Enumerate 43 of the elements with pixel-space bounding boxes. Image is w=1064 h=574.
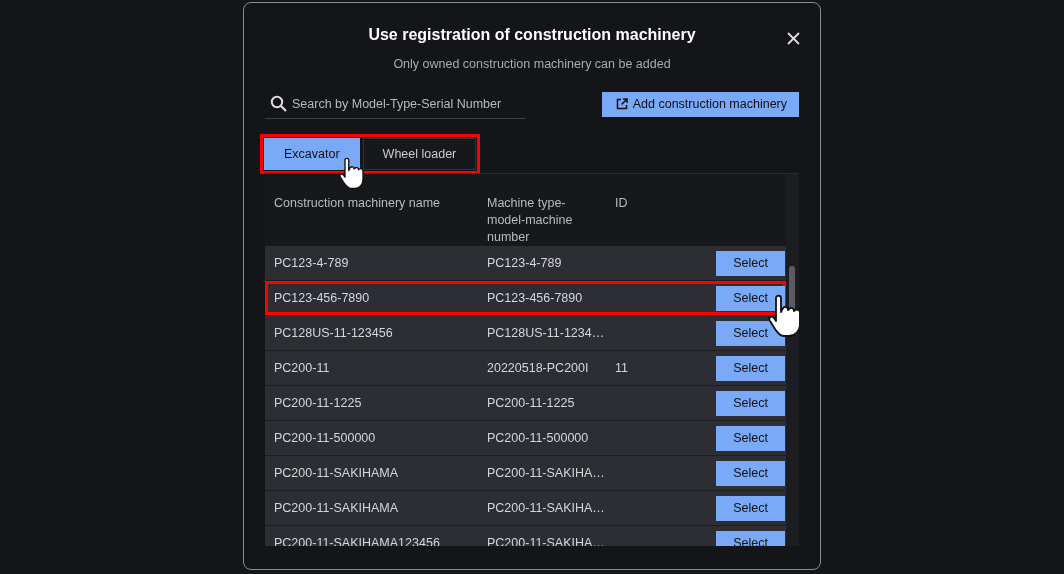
- table-cell-text: PC128US-11-1234…: [486, 326, 606, 340]
- external-link-icon: [615, 98, 628, 110]
- category-tab[interactable]: Wheel loader: [362, 138, 477, 170]
- table-cell-text: PC200-11-1225: [273, 396, 363, 410]
- search-icon: [270, 95, 287, 112]
- select-button[interactable]: Select: [716, 460, 785, 486]
- select-button[interactable]: Select: [716, 495, 785, 521]
- table-row[interactable]: PC200-11-1225 PC200-11-1225 Select: [265, 386, 786, 421]
- dialog-title: Use registration of construction machinery: [368, 26, 696, 45]
- dialog-subtitle: Only owned construction machinery can be added: [393, 57, 671, 71]
- table-row[interactable]: PC200-11-500000 PC200-11-500000 Select: [265, 421, 786, 456]
- table-row[interactable]: PC128US-11-123456 PC128US-11-1234… Select: [265, 316, 786, 351]
- table-cell-text: PC200-11-500000: [273, 431, 377, 445]
- table-cell-text: PC123-4-789: [273, 256, 350, 270]
- table-cell-text: PC123-456-7890: [273, 291, 371, 305]
- table-cell-text: 20220518-PC200I: [486, 361, 590, 375]
- table-cell-text: PC128US-11-123456: [273, 326, 394, 340]
- table-cell-text: PC200-11-SAKIHA…: [486, 466, 606, 480]
- table-row[interactable]: PC200-11-SAKIHAMA PC200-11-SAKIHA… Select: [265, 491, 786, 526]
- select-button[interactable]: Select: [716, 390, 785, 416]
- table-cell-text: PC200-11-1225: [486, 396, 576, 410]
- table-cell-text: PC200-11-SAKIHA…: [486, 501, 606, 515]
- table-cell-text: PC200-11-500000: [486, 431, 590, 445]
- select-button[interactable]: Select: [716, 355, 785, 381]
- select-button[interactable]: Select: [716, 250, 785, 276]
- table-cell-text: 11: [614, 361, 629, 375]
- table-cell-text: PC200-11-SAKIHAMA: [273, 466, 400, 480]
- table-row[interactable]: PC123-4-789 PC123-4-789 Select: [265, 246, 786, 281]
- table-cell-text: PC200-11-SAKIHAMA: [273, 501, 400, 515]
- table-cell-text: PC200-11: [273, 361, 331, 375]
- table-row[interactable]: PC200-11 20220518-PC200I 11 Select: [265, 351, 786, 386]
- close-icon: [786, 31, 800, 45]
- table-cell-text: PC123-456-7890: [486, 291, 584, 305]
- table-row[interactable]: PC200-11-SAKIHAMA PC200-11-SAKIHA… Select: [265, 456, 786, 491]
- search-field[interactable]: Search by Model-Type-Serial Number: [265, 89, 525, 119]
- hand-cursor-icon: [768, 293, 799, 338]
- column-header: Construction machinery name: [273, 195, 442, 212]
- close-button[interactable]: [784, 29, 802, 47]
- select-button[interactable]: Select: [716, 425, 785, 451]
- add-machinery-button[interactable]: Add construction machinery: [601, 91, 799, 117]
- column-header: Machine type-model-machine number: [486, 195, 574, 246]
- table-cell-text: PC123-4-789: [486, 256, 563, 270]
- column-header: ID: [614, 195, 629, 212]
